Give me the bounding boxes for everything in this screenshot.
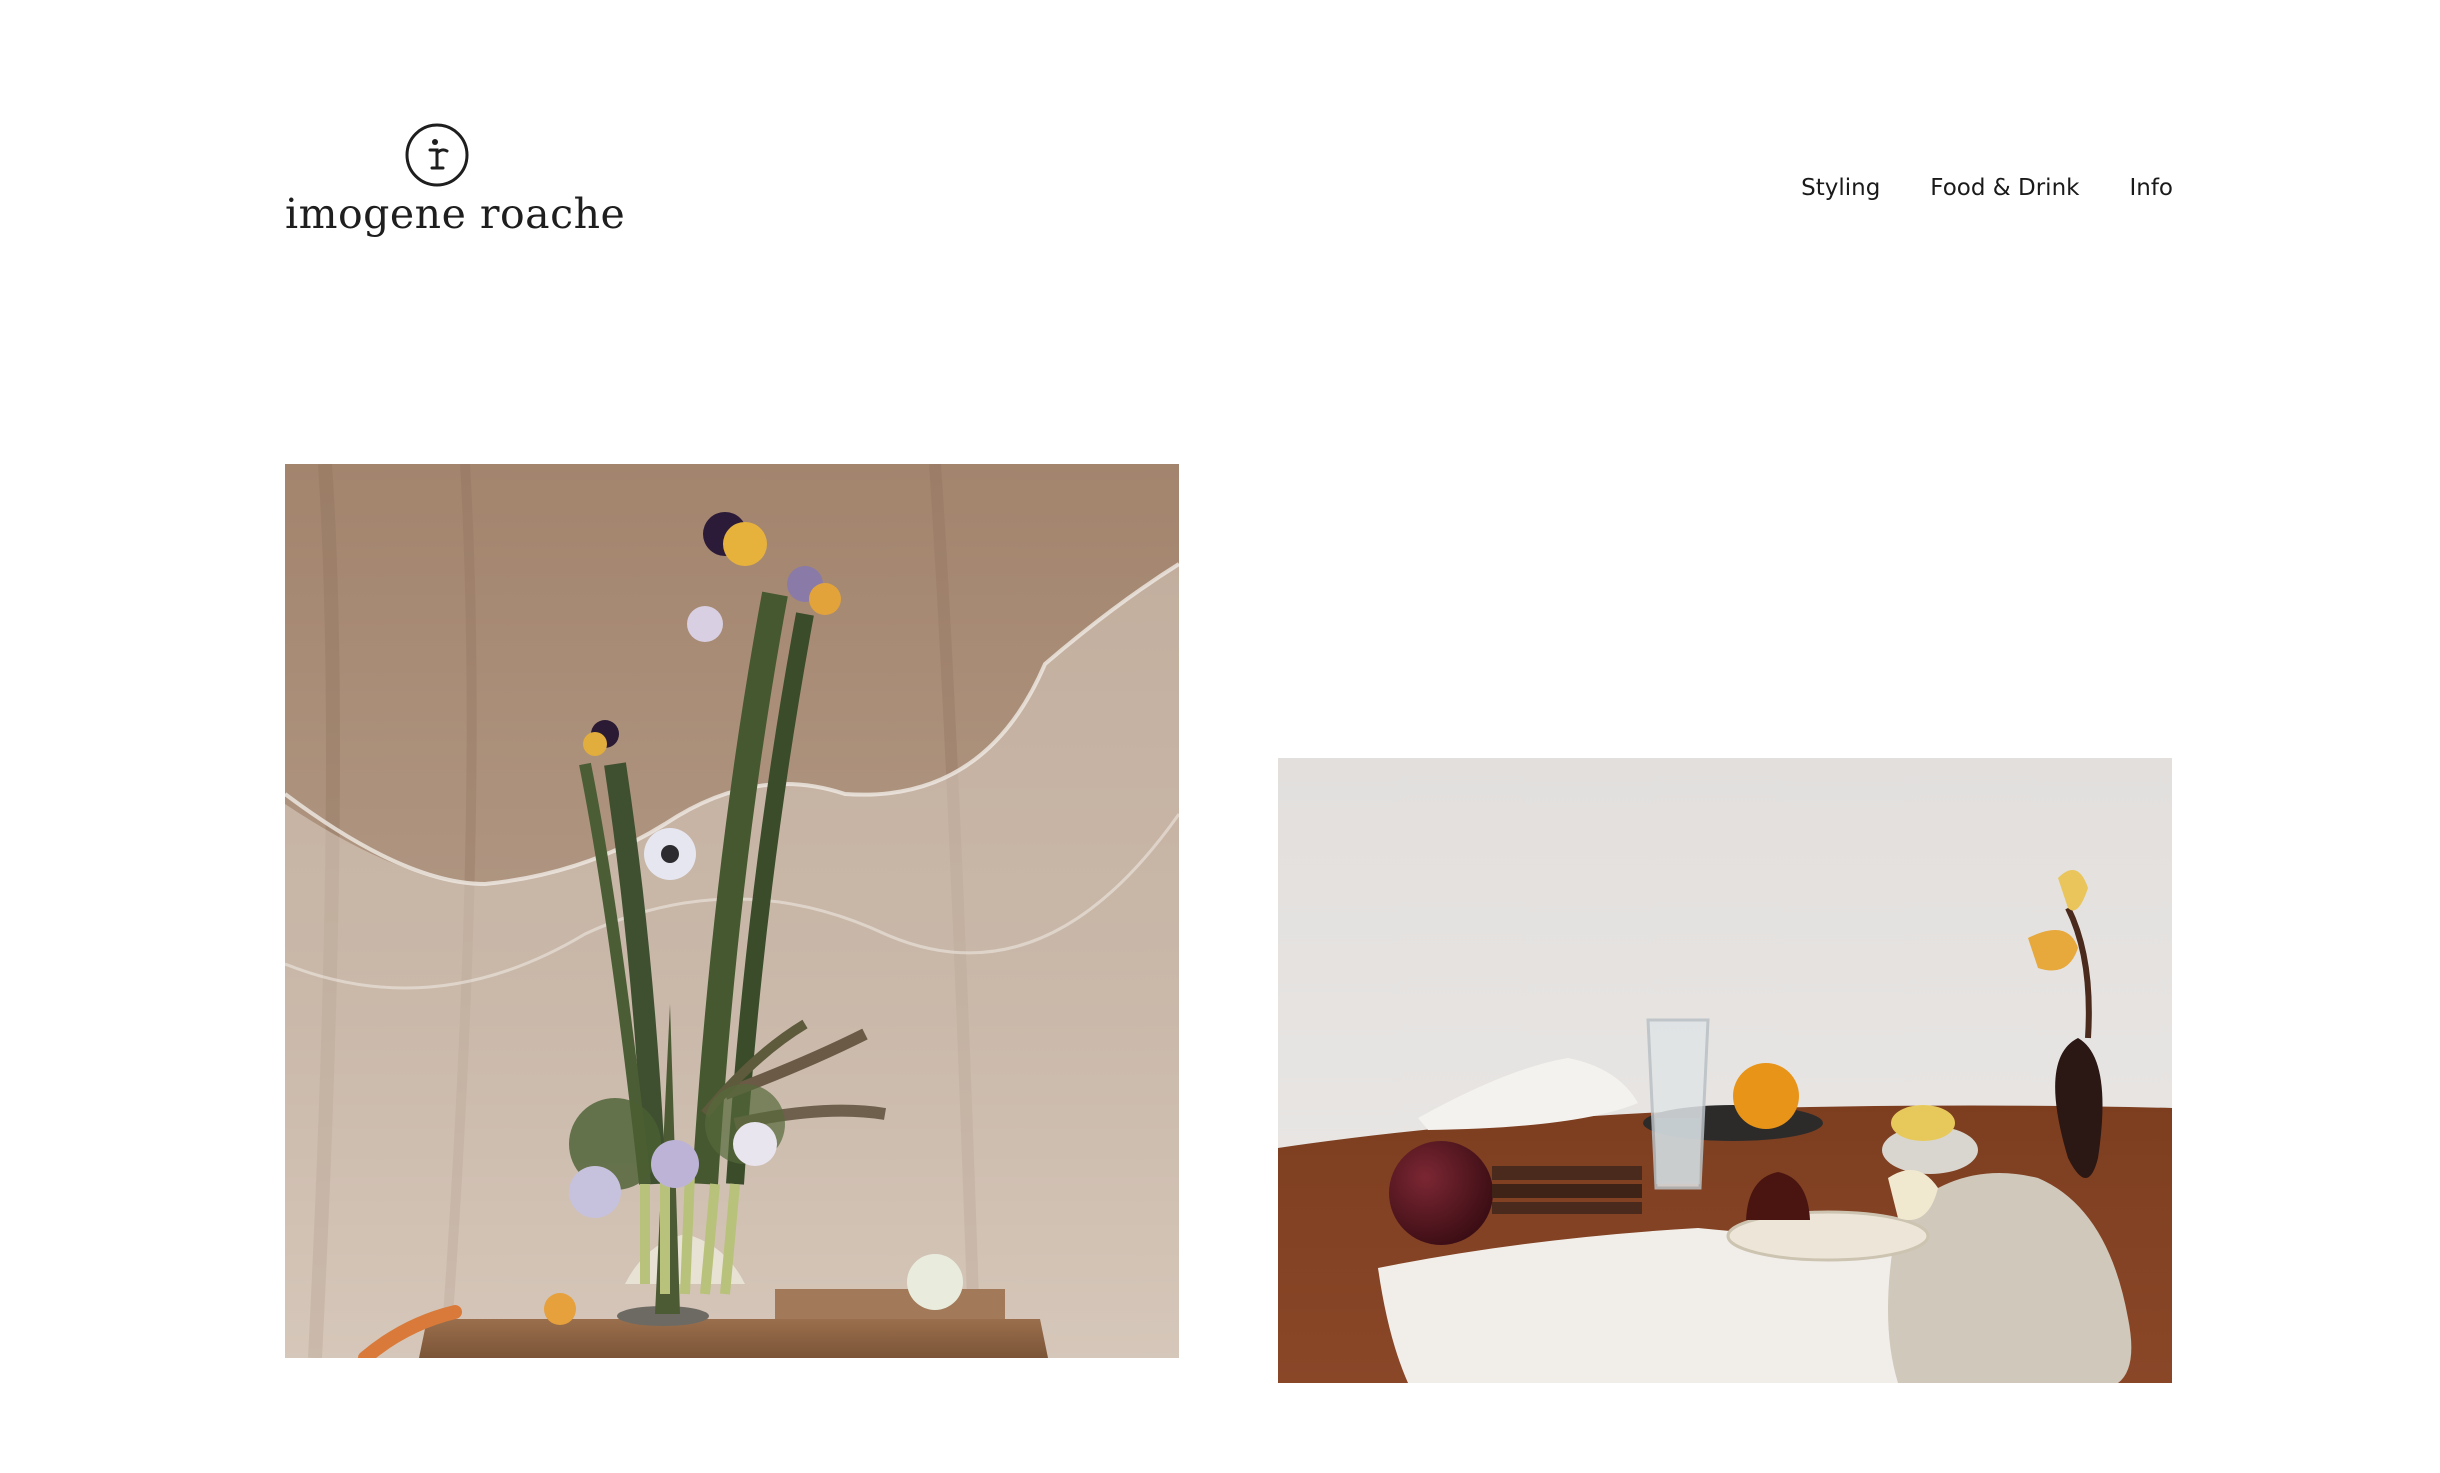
floral-still-life-image <box>285 464 1179 1358</box>
logo-monogram-icon <box>405 123 469 187</box>
nav-item-food-drink[interactable]: Food & Drink <box>1930 175 2079 201</box>
table-setting-still-life-image <box>1278 758 2172 1383</box>
logo-wordmark: imogene roache <box>285 190 626 238</box>
gallery-image-floral[interactable] <box>285 464 1179 1358</box>
main-nav: Styling Food & Drink Info <box>1801 175 2173 201</box>
site-logo[interactable]: imogene roache <box>285 122 626 252</box>
nav-item-info[interactable]: Info <box>2129 175 2173 201</box>
nav-item-styling[interactable]: Styling <box>1801 175 1880 201</box>
gallery-image-table[interactable] <box>1278 758 2172 1383</box>
